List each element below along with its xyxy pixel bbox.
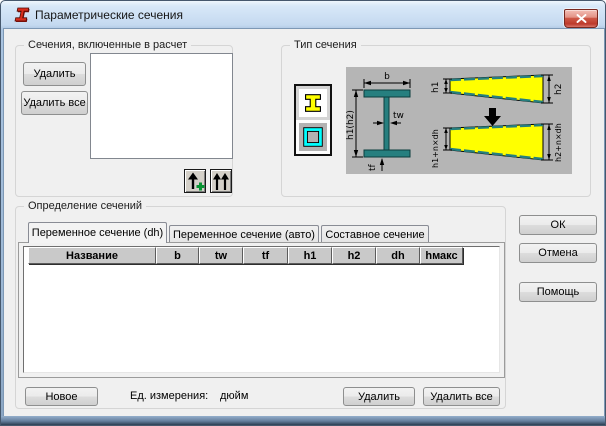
close-button[interactable] (564, 9, 598, 28)
window-frame-bottom (1, 416, 605, 425)
new-button[interactable]: Новое (25, 387, 98, 406)
delete-all-rows-button[interactable]: Удалить все (423, 387, 500, 406)
delete-all-sections-button[interactable]: Удалить все (21, 91, 88, 115)
dim-label-h1n: h1+n×dh (431, 129, 440, 168)
column-header-b[interactable]: b (156, 247, 199, 264)
units-label: Ед. измерения: (130, 390, 209, 402)
type-box-button[interactable] (296, 120, 330, 154)
window-title: Параметрические сечения (35, 8, 183, 22)
type-ibeam-button[interactable] (296, 86, 330, 120)
group-section-definition: Определение сечений Переменное сечение (… (15, 199, 506, 409)
tab-variable-section-auto[interactable]: Переменное сечение (авто) (169, 225, 319, 243)
ibeam-section-icon (305, 94, 321, 112)
group-section-type: Тип сечения b h1(h2) tw tf h1 h2 h1+n×dh… (281, 38, 591, 197)
column-header-h1[interactable]: h1 (288, 247, 332, 264)
dim-label-h2n: h2+n×dh (554, 123, 563, 162)
column-header-dh[interactable]: dh (376, 247, 420, 264)
dim-label-h1h2: h1(h2) (346, 110, 356, 140)
arrow-down-icon (484, 108, 501, 126)
delete-row-button[interactable]: Удалить (343, 387, 415, 406)
titlebar: Параметрические сечения (1, 1, 605, 29)
add-section-button[interactable] (184, 169, 206, 193)
double-arrow-up-icon (213, 173, 229, 190)
group-section-definition-title: Определение сечений (24, 199, 147, 213)
group-sections-title: Сечения, включенные в расчет (24, 38, 192, 52)
arrow-up-plus-icon (188, 172, 205, 191)
group-sections-in-calc: Сечения, включенные в расчет Удалить Уда… (15, 38, 233, 197)
ok-button[interactable]: ОК (519, 215, 597, 235)
column-header-name[interactable]: Название (28, 247, 156, 264)
section-diagram: b h1(h2) tw tf h1 h2 h1+n×dh h2+n×dh (346, 67, 572, 174)
section-type-selector (294, 84, 332, 156)
dim-label-h1: h1 (431, 82, 441, 93)
table-header-row: Название b tw tf h1 h2 dh hмакс (28, 247, 463, 264)
dim-label-tw: tw (393, 111, 404, 121)
group-section-type-title: Тип сечения (290, 38, 361, 52)
tab-composite-section[interactable]: Составное сечение (321, 225, 429, 243)
delete-section-button[interactable]: Удалить (23, 62, 86, 86)
dim-label-b: b (384, 72, 390, 82)
close-icon (576, 14, 586, 23)
column-header-hmax[interactable]: hмакс (420, 247, 463, 264)
column-header-tw[interactable]: tw (199, 247, 243, 264)
add-all-sections-button[interactable] (210, 169, 232, 193)
cancel-button[interactable]: Отмена (519, 243, 597, 263)
ibeam-app-icon (11, 7, 30, 24)
column-header-tf[interactable]: tf (243, 247, 288, 264)
dialog-window: Параметрические сечения Сечения, включен… (0, 0, 606, 426)
column-header-h2[interactable]: h2 (332, 247, 376, 264)
units-value: дюйм (220, 390, 249, 402)
sections-table[interactable]: Название b tw tf h1 h2 dh hмакс (23, 246, 500, 373)
sections-listbox[interactable] (90, 53, 233, 159)
tab-panel: Название b tw tf h1 h2 dh hмакс (18, 242, 505, 378)
dim-label-tf: tf (368, 163, 378, 171)
dim-label-h2: h2 (554, 84, 564, 95)
tab-variable-section-dh[interactable]: Переменное сечение (dh) (28, 222, 167, 243)
help-button[interactable]: Помощь (519, 282, 597, 302)
box-section-icon (303, 127, 323, 147)
dialog-client-area: Сечения, включенные в расчет Удалить Уда… (4, 29, 604, 418)
